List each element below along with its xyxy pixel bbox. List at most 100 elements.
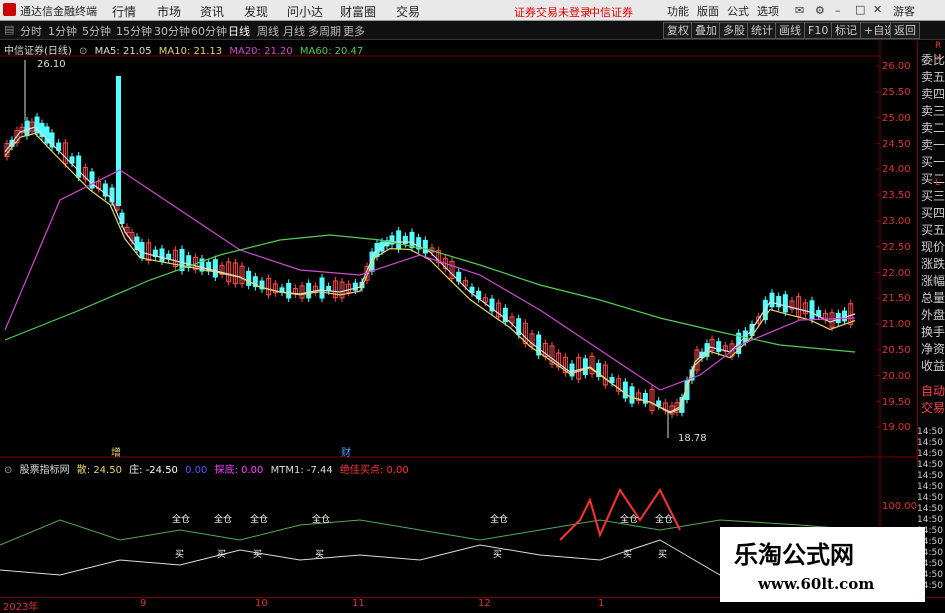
candle-body [140, 243, 144, 258]
indicator-bar [201, 543, 204, 554]
y-tick: 23.50 [882, 190, 911, 201]
indicator-bar [352, 543, 355, 559]
candle-body [280, 288, 284, 292]
side-item: 收益 [921, 357, 945, 374]
indicator-bar [85, 523, 88, 543]
side-item: 卖三 [921, 102, 945, 119]
indicator-bar [60, 484, 63, 543]
indicator-bar [630, 532, 633, 543]
indicator-series-label: 0.00 [185, 465, 207, 476]
indicator-bar [246, 529, 249, 543]
indicator-bar [701, 543, 704, 575]
side-item: 委比 [921, 51, 945, 68]
position-tag-full: 全仓 [655, 513, 673, 525]
y-tick: 21.50 [882, 293, 911, 304]
position-tag-full: 全仓 [214, 513, 232, 525]
indicator-bar [504, 543, 507, 560]
indicator-bar [19, 477, 22, 543]
stock-title: 中信证券(日线) [4, 46, 72, 57]
ma5-line [5, 127, 855, 412]
indicator-bar [226, 534, 229, 543]
indicator-bar [655, 543, 658, 545]
indicator-bar [494, 543, 497, 549]
indicator-bar [171, 543, 174, 579]
indicator-bar [130, 543, 133, 575]
indicator-bar [671, 543, 674, 557]
indicator-bar [453, 505, 456, 543]
indicator-bar [257, 530, 260, 543]
indicator-series-label: MTM1: -7.44 [271, 465, 333, 476]
indicator-series-label: 散: 24.50 [77, 465, 122, 476]
candle-body [810, 301, 814, 319]
high-price-label: 26.10 [37, 59, 66, 70]
indicator-bar [115, 543, 118, 560]
indicator-bar [9, 482, 12, 543]
panel-letter-l: L [935, 178, 940, 188]
indicator-bar [216, 541, 219, 543]
indicator-bar [358, 543, 361, 555]
indicator-bar [236, 530, 239, 543]
indicator-bar [423, 496, 426, 543]
position-tag-full: 全仓 [172, 513, 190, 525]
y-tick: 19.50 [882, 397, 911, 408]
position-tag-buy: 买 [623, 549, 632, 560]
position-tag-full: 全仓 [490, 513, 508, 525]
candle-body [843, 311, 847, 321]
position-tag-buy: 买 [493, 549, 502, 560]
indicator-bar [287, 543, 290, 547]
indicator-bar [105, 543, 108, 548]
low-price-label: 18.78 [678, 433, 707, 444]
indicator-bar [282, 543, 285, 544]
indicator-bar [469, 519, 472, 543]
indicator-legend: ⊙ 股票指标网 散: 24.50 庄: -24.50 0.00 探底: 0.00… [4, 461, 413, 476]
side-item: 卖四 [921, 85, 945, 102]
x-tick: 10 [255, 598, 268, 609]
side-item: 买四 [921, 204, 945, 221]
indicator-bar [554, 543, 557, 571]
event-marker-finance[interactable]: 财 [341, 444, 351, 459]
indicator-bar [337, 543, 340, 567]
indicator-bar [80, 518, 83, 543]
event-marker-increase[interactable]: 增 [111, 444, 121, 459]
indicator-menu-icon[interactable]: ⊙ [4, 465, 12, 476]
ma60-label: MA60: 20.47 [300, 46, 363, 57]
indicator-bar [565, 543, 568, 565]
side-item: 现价 [921, 238, 945, 255]
y-tick: 20.50 [882, 345, 911, 356]
indicator-bar [625, 531, 628, 543]
time-tick: 14:50 [917, 427, 943, 437]
candlestick-chart[interactable]: 全仓买全仓买全仓买全仓买全仓买全仓买全仓买 [0, 0, 945, 609]
y-tick: 22.00 [882, 268, 911, 279]
indicator-bar [398, 513, 401, 543]
trade-label[interactable]: 交易 [921, 399, 945, 416]
indicator-bar [645, 538, 648, 543]
indicator-bar [484, 537, 487, 543]
indicator-bar [241, 529, 244, 543]
candle-body [623, 382, 627, 398]
indicator-bar [620, 531, 623, 543]
indicator-bar [55, 480, 58, 543]
y-tick: 20.00 [882, 371, 911, 382]
position-tag-full: 全仓 [250, 513, 268, 525]
side-item: 买一 [921, 153, 945, 170]
collapse-icon[interactable]: ⊙ [79, 46, 87, 57]
indicator-bar [327, 543, 330, 568]
indicator-bar [549, 543, 552, 573]
indicator-bar [388, 524, 391, 543]
side-item: 买三 [921, 187, 945, 204]
indicator-bar [135, 543, 138, 578]
panel-letter-r: R [935, 41, 941, 51]
y-tick: 25.50 [882, 87, 911, 98]
candle-body [90, 172, 94, 188]
indicator-bar [95, 535, 98, 543]
auto-trade-label[interactable]: 自动 [921, 382, 945, 399]
indicator-bar [221, 538, 224, 543]
side-item: 买二 [921, 170, 945, 187]
position-tag-buy: 买 [315, 549, 324, 560]
y-tick: 21.00 [882, 319, 911, 330]
indicator-bar [585, 543, 588, 549]
indicator-bar [575, 543, 578, 557]
indicator-bar [408, 504, 411, 543]
indicator-bar [150, 543, 153, 584]
indicator-name[interactable]: 股票指标网 [20, 465, 70, 476]
